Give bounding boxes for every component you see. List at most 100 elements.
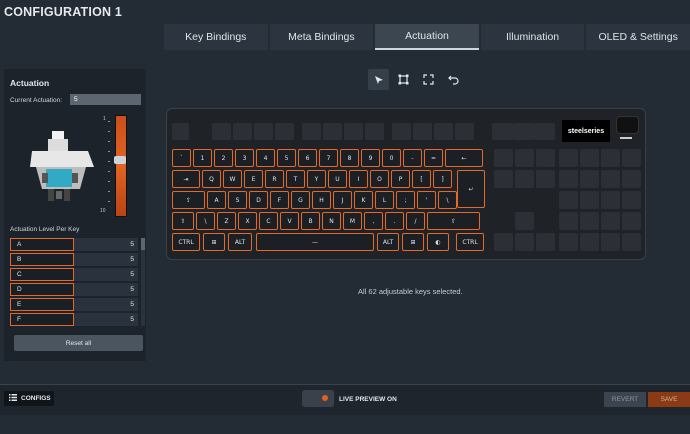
key-arrow[interactable] [536,233,555,251]
key-numpad[interactable] [622,170,641,188]
keyboard-key[interactable]: 9 [361,149,380,167]
list-item[interactable]: B5 [10,253,138,266]
key-arrow[interactable] [515,212,534,230]
keyboard-key[interactable]: H [312,191,331,209]
keyboard-key[interactable]: 4 [256,149,275,167]
list-scrollbar-thumb[interactable] [141,238,145,250]
keyboard-key[interactable]: L [375,191,394,209]
tab-oled-settings[interactable]: OLED & Settings [586,24,690,50]
key-nav[interactable] [536,123,555,140]
keyboard-key[interactable]: X [238,212,257,230]
save-button[interactable]: SAVE [648,392,690,407]
list-scrollbar[interactable] [141,238,145,326]
key-ctrl-left[interactable]: CTRL [172,233,200,251]
keyboard-key[interactable]: 8 [340,149,359,167]
cursor-icon[interactable] [368,69,389,90]
keyboard-key[interactable]: , [364,212,383,230]
key-numpad[interactable] [559,170,578,188]
keyboard-key[interactable]: I [349,170,368,188]
key-function[interactable] [212,123,231,140]
keyboard-key[interactable]: B [301,212,320,230]
key-function[interactable] [434,123,453,140]
key-numpad[interactable] [622,233,641,251]
list-item[interactable]: D5 [10,283,138,296]
keyboard-key[interactable]: O [370,170,389,188]
key-backspace[interactable]: ← [445,149,483,167]
key-ctrl-right[interactable]: CTRL [456,233,484,251]
key-capslock[interactable]: ⇪ [172,191,205,209]
keyboard-key[interactable]: R [265,170,284,188]
tab-actuation[interactable]: Actuation [375,24,479,50]
key-arrow[interactable] [494,233,513,251]
key-esc[interactable] [172,123,189,140]
keyboard-key[interactable]: 0 [382,149,401,167]
key-nav[interactable] [494,123,513,140]
keyboard-key[interactable]: M [343,212,362,230]
list-item[interactable]: E5 [10,298,138,311]
keyboard-key[interactable]: P [391,170,410,188]
key-numpad[interactable] [601,212,620,230]
keyboard-key[interactable]: N [322,212,341,230]
key-enter[interactable]: ↵ [457,170,485,208]
key-nav[interactable] [536,170,555,188]
key-shift-left[interactable]: ⇧ [172,212,194,230]
key-fn[interactable]: ◐ [427,233,449,251]
keyboard-key[interactable]: 6 [298,149,317,167]
revert-button[interactable]: REVERT [604,392,646,407]
key-space[interactable]: — [256,233,374,251]
keyboard-key[interactable]: K [354,191,373,209]
keyboard-key[interactable]: T [286,170,305,188]
keyboard-key[interactable]: \ [438,191,457,209]
list-item[interactable]: A5 [10,238,138,251]
key-nav[interactable] [494,170,513,188]
keyboard-key[interactable]: G [291,191,310,209]
keyboard-key[interactable]: / [406,212,425,230]
keyboard-key[interactable]: F [270,191,289,209]
keyboard-key[interactable]: C [259,212,278,230]
key-numpad[interactable] [559,191,578,209]
key-numpad[interactable] [622,149,641,167]
key-numpad[interactable] [580,149,599,167]
key-numpad[interactable] [601,191,620,209]
key-numpad[interactable] [622,212,641,230]
keyboard-key[interactable]: - [403,149,422,167]
keyboard-key[interactable]: 1 [193,149,212,167]
key-function[interactable] [413,123,432,140]
keyboard-key[interactable]: [ [412,170,431,188]
reset-all-button[interactable]: Reset all [14,335,143,351]
keyboard-key[interactable]: D [249,191,268,209]
tab-illumination[interactable]: Illumination [480,24,585,50]
key-nav[interactable] [536,149,555,167]
keyboard-key[interactable]: Z [217,212,236,230]
keyboard-key[interactable]: ] [433,170,452,188]
tab-key-bindings[interactable]: Key Bindings [164,24,268,50]
key-nav[interactable] [515,149,534,167]
key-numpad[interactable] [622,191,641,209]
select-box-icon[interactable] [393,69,414,90]
key-numpad[interactable] [580,233,599,251]
key-function[interactable] [344,123,363,140]
key-function[interactable] [455,123,474,140]
keyboard-key[interactable]: ' [417,191,436,209]
actuation-slider[interactable] [115,115,127,217]
live-preview-toggle[interactable] [302,390,334,407]
keyboard-key[interactable]: Y [307,170,326,188]
keyboard-key[interactable]: 3 [235,149,254,167]
keyboard-key[interactable]: 7 [319,149,338,167]
keyboard-key[interactable]: ` [172,149,191,167]
keyboard-key[interactable]: 5 [277,149,296,167]
list-item[interactable]: C5 [10,268,138,281]
keyboard-key[interactable]: 2 [214,149,233,167]
key-numpad[interactable] [580,170,599,188]
key-function[interactable] [323,123,342,140]
key-function[interactable] [233,123,252,140]
keyboard-key[interactable]: W [223,170,242,188]
key-nav[interactable] [494,149,513,167]
key-function[interactable] [275,123,294,140]
keyboard-key[interactable]: \ [196,212,215,230]
key-numpad[interactable] [601,233,620,251]
key-numpad[interactable] [580,191,599,209]
key-function[interactable] [302,123,321,140]
key-numpad[interactable] [559,149,578,167]
key-numpad[interactable] [559,233,578,251]
